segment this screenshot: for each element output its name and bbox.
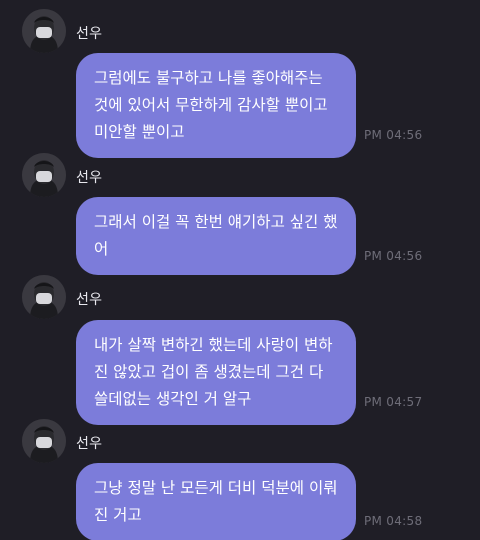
avatar[interactable]	[22, 153, 66, 197]
sender-name: 선우	[76, 292, 103, 308]
message-line: 그럼에도 불구하고 나를 좋아해주는	[94, 69, 323, 87]
message-line: 그냥 정말 난 모든게 더비 덕분에 이뤄	[94, 479, 338, 497]
message-line: 것에 있어서 무한하게 감사할 뿐이고	[94, 96, 328, 114]
message-timestamp: PM 04:57	[364, 395, 423, 409]
message-line: 진 거고	[94, 506, 142, 524]
message-line: 진 않았고 겁이 좀 생겼는데 그건 다	[94, 363, 324, 381]
message-bubble[interactable]: 그냥 정말 난 모든게 더비 덕분에 이뤄 진 거고	[76, 463, 356, 540]
avatar[interactable]	[22, 275, 66, 319]
message-bubble[interactable]: 그래서 이걸 꼭 한번 얘기하고 싶긴 했 어	[76, 197, 356, 275]
avatar[interactable]	[22, 419, 66, 463]
masked-person-icon	[22, 9, 66, 53]
message-timestamp: PM 04:56	[364, 249, 423, 263]
message-timestamp: PM 04:56	[364, 128, 423, 142]
message-timestamp: PM 04:58	[364, 514, 423, 528]
message-line: 그래서 이걸 꼭 한번 얘기하고 싶긴 했	[94, 213, 338, 231]
masked-person-icon	[22, 153, 66, 197]
sender-name: 선우	[76, 26, 103, 42]
message-bubble[interactable]: 그럼에도 불구하고 나를 좋아해주는 것에 있어서 무한하게 감사할 뿐이고 미…	[76, 53, 356, 158]
sender-name: 선우	[76, 436, 103, 452]
masked-person-icon	[22, 419, 66, 463]
message-bubble[interactable]: 내가 살짝 변하긴 했는데 사랑이 변하 진 않았고 겁이 좀 생겼는데 그건 …	[76, 320, 356, 425]
message-line: 내가 살짝 변하긴 했는데 사랑이 변하	[94, 336, 333, 354]
message-line: 쓸데없는 생각인 거 알구	[94, 390, 252, 408]
chat-view: 선우 그럼에도 불구하고 나를 좋아해주는 것에 있어서 무한하게 감사할 뿐이…	[0, 0, 480, 540]
sender-name: 선우	[76, 170, 103, 186]
message-line: 어	[94, 240, 109, 258]
masked-person-icon	[22, 275, 66, 319]
message-line: 미안할 뿐이고	[94, 123, 185, 141]
avatar[interactable]	[22, 9, 66, 53]
